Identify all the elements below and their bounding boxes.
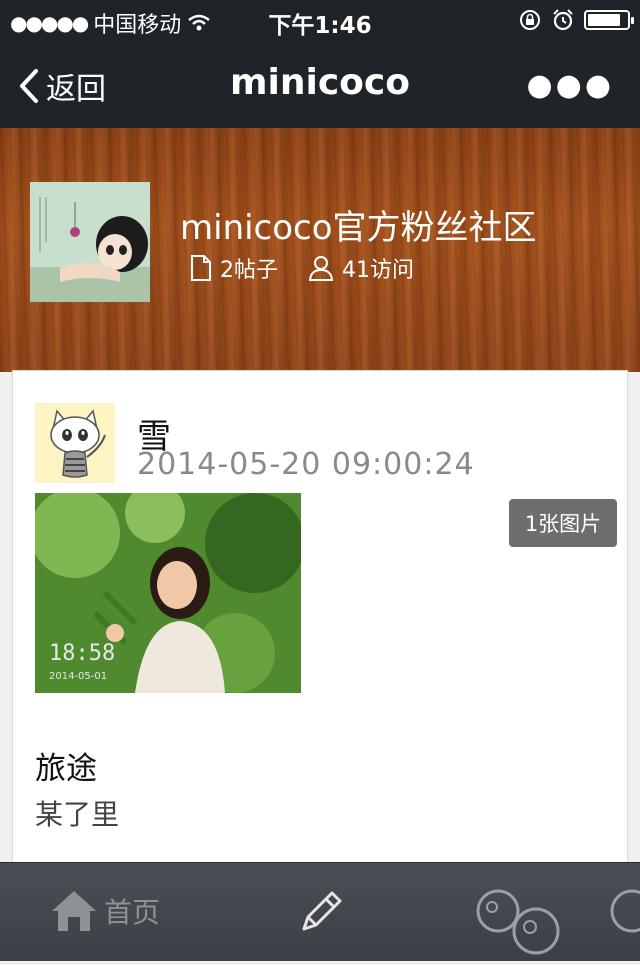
post-photo[interactable]: 18:58 2014-05-01 bbox=[35, 493, 301, 693]
battery-icon bbox=[584, 10, 634, 30]
alarm-icon bbox=[553, 9, 573, 31]
posts-stat: 2帖子 bbox=[190, 252, 278, 284]
user-icon bbox=[308, 256, 334, 281]
community-header: minicoco官方粉丝社区 2帖子 41访问 bbox=[0, 128, 640, 372]
battery-fill bbox=[588, 14, 620, 26]
cartoon-cat-avatar bbox=[35, 403, 115, 483]
home-icon bbox=[52, 891, 96, 931]
pencil-icon bbox=[302, 891, 342, 931]
post-body: 某了里 bbox=[35, 798, 120, 831]
people-icon bbox=[476, 889, 640, 955]
community-name: minicoco官方粉丝社区 bbox=[180, 208, 537, 248]
visits-stat: 41访问 bbox=[308, 252, 414, 284]
avatar[interactable] bbox=[35, 403, 115, 483]
photo-overlay-date: 2014-05-01 bbox=[49, 671, 107, 682]
status-bar: ●●●●● 中国移动 下午1:46 bbox=[0, 0, 640, 40]
more-dots-icon: ●●● bbox=[526, 68, 614, 103]
photo-overlay-time: 18:58 bbox=[49, 641, 115, 666]
posts-count: 2帖子 bbox=[220, 258, 278, 283]
status-right bbox=[518, 8, 634, 32]
photo-image: 18:58 2014-05-01 bbox=[35, 493, 301, 693]
visits-count: 41访问 bbox=[342, 258, 414, 283]
more-button[interactable]: ●●● bbox=[526, 68, 614, 103]
document-icon bbox=[191, 255, 211, 281]
post-timestamp: 2014-05-20 09:00:24 bbox=[137, 447, 475, 482]
tab-home-label: 首页 bbox=[104, 896, 161, 929]
nav-bar: 返回 minicoco ●●● bbox=[0, 40, 640, 128]
tab-compose[interactable] bbox=[296, 887, 346, 941]
post-card[interactable]: 雪 2014-05-20 09:00:24 18:58 2014-05-01 1… bbox=[12, 370, 628, 870]
rotation-lock-icon bbox=[520, 10, 540, 30]
community-avatar[interactable] bbox=[30, 182, 150, 302]
community-stats: 2帖子 41访问 bbox=[190, 252, 414, 284]
tab-people[interactable] bbox=[472, 881, 640, 965]
tab-bar: 首页 bbox=[0, 862, 640, 961]
tab-home[interactable]: 首页 bbox=[50, 887, 160, 935]
photo-count-badge[interactable]: 1张图片 bbox=[509, 499, 617, 547]
post-title: 旅途 bbox=[35, 751, 97, 787]
cartoon-girl-illustration bbox=[30, 182, 150, 302]
